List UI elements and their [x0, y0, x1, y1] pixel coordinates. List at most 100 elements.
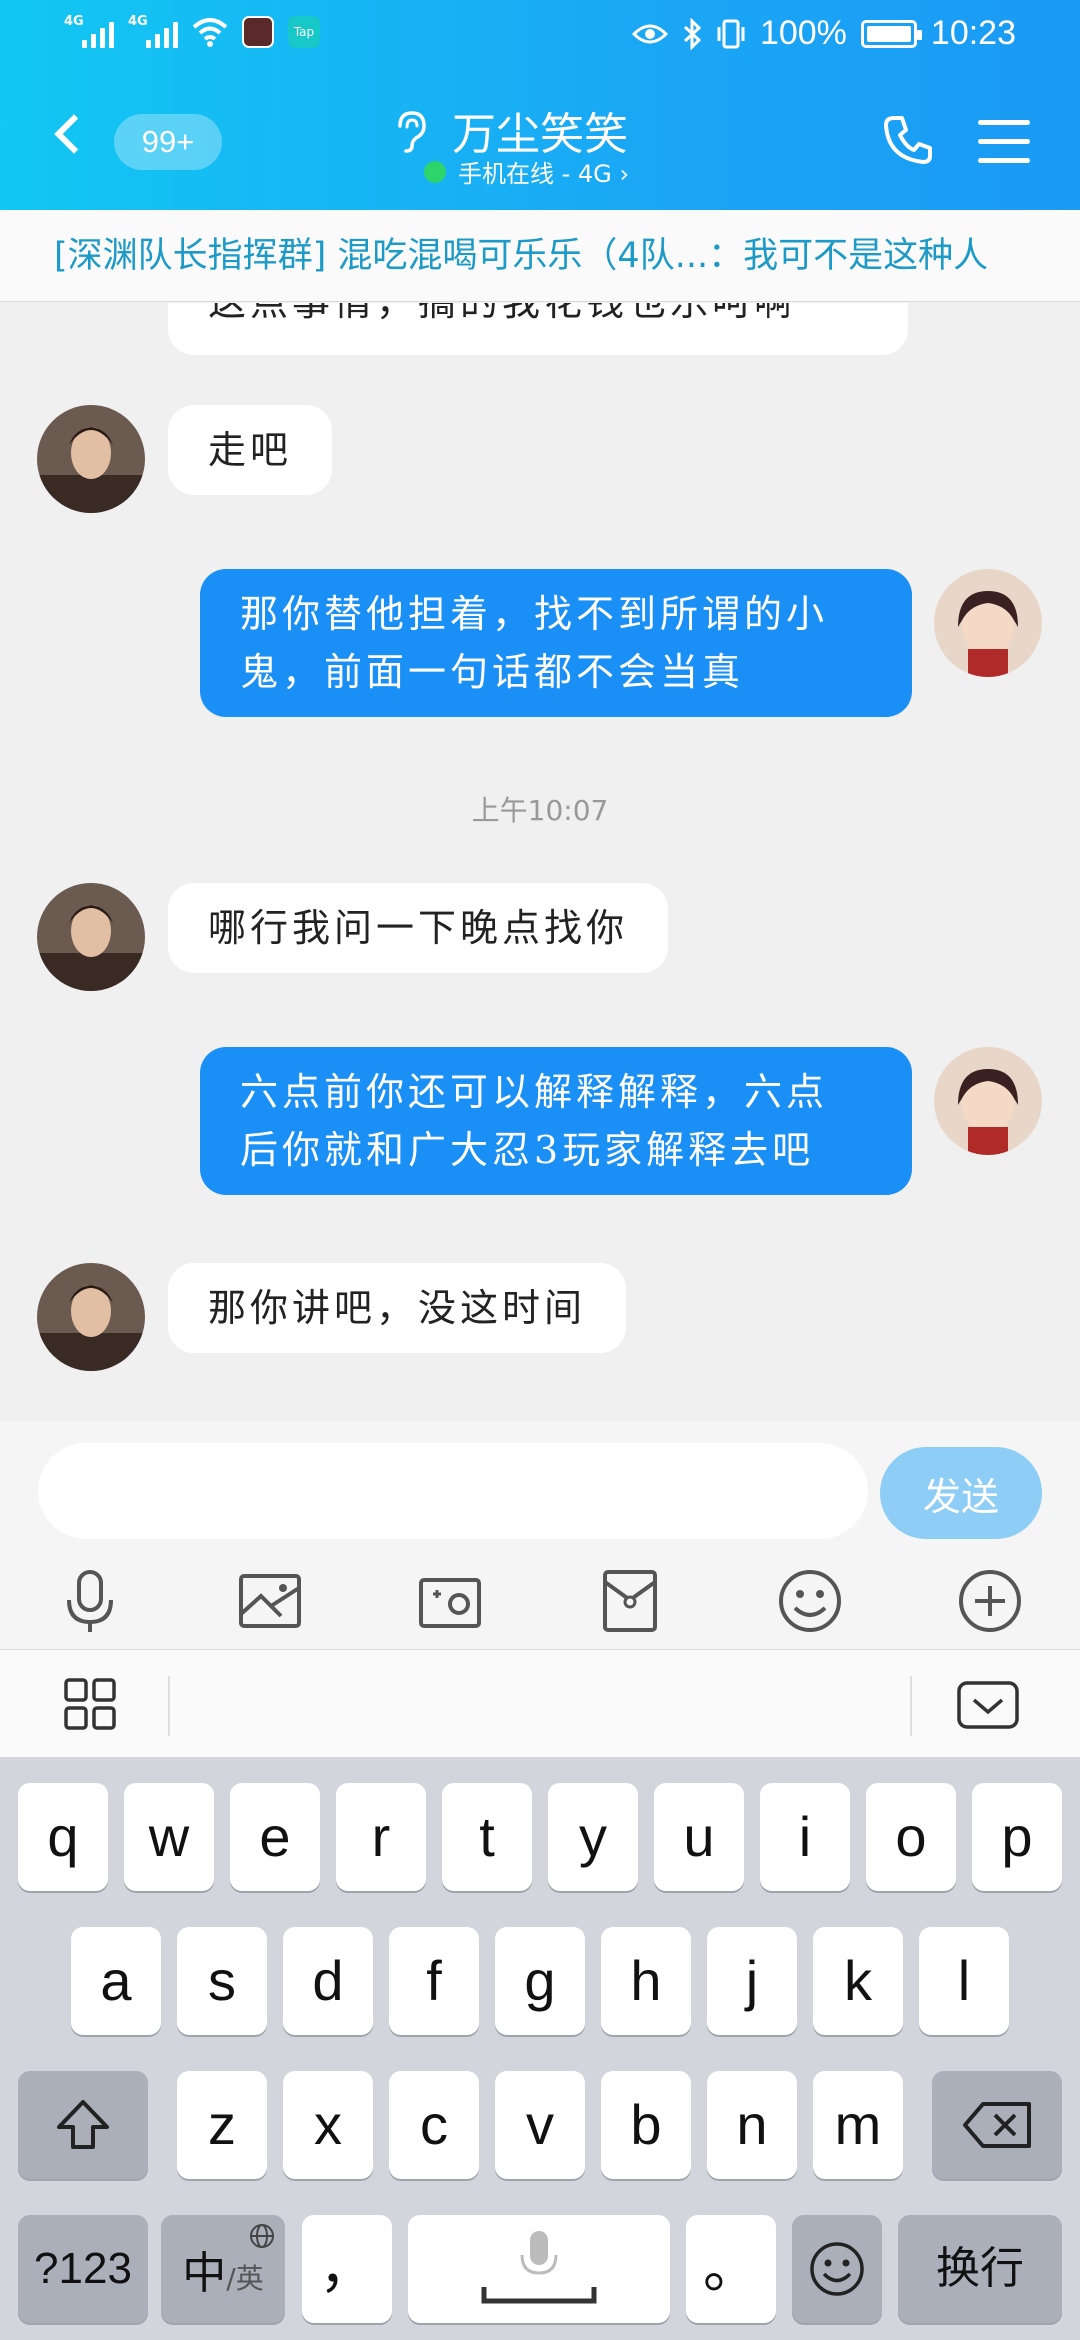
emoji-icon [810, 2242, 864, 2296]
red-packet-icon[interactable] [595, 1566, 665, 1636]
unread-count-badge[interactable]: 99+ [114, 114, 222, 170]
my-avatar[interactable] [934, 569, 1042, 677]
network-type-label-2: 4G [128, 14, 148, 29]
lang-main-label: 中 [182, 2248, 227, 2299]
vibrate-icon [717, 19, 745, 48]
key-e[interactable]: e [230, 1783, 320, 1891]
menu-icon[interactable] [978, 120, 1030, 164]
man-avatar-icon [37, 405, 145, 513]
message-bubble-outgoing[interactable]: 六点前你还可以解释解释，六点 后你就和广大忍3玩家解释去吧 [200, 1047, 912, 1195]
key-m[interactable]: m [813, 2071, 903, 2179]
space-key[interactable] [408, 2215, 670, 2323]
tap-app-icon: Tap [288, 16, 320, 48]
backspace-icon [963, 2102, 1031, 2148]
key-w[interactable]: w [124, 1783, 214, 1891]
bluetooth-icon [683, 17, 702, 50]
send-button[interactable]: 发送 [880, 1447, 1042, 1539]
emoji-key[interactable] [792, 2215, 882, 2323]
message-bubble-outgoing[interactable]: 那你替他担着，找不到所谓的小 鬼，前面一句话都不会当真 [200, 569, 912, 717]
key-g[interactable]: g [495, 1927, 585, 2035]
enter-key[interactable]: 换行 [898, 2215, 1062, 2323]
my-avatar[interactable] [934, 1047, 1042, 1155]
message-text-line: 鬼，前面一句话都不会当真 [240, 650, 745, 694]
shift-key[interactable] [18, 2071, 148, 2179]
message-text-line: 那你替他担着，找不到所谓的小 [240, 592, 829, 636]
message-text: 这点事情，搞的我花钱也乐呵啊 [208, 303, 796, 324]
signal-icon-2: 4G [128, 14, 178, 48]
message-text-line: 后你就和广大忍3玩家解释去吧 [240, 1128, 815, 1172]
anime-girl-avatar-icon [934, 569, 1042, 677]
contact-avatar[interactable] [37, 883, 145, 991]
message-bubble-incoming[interactable]: 走吧 [168, 405, 333, 495]
key-s[interactable]: s [177, 1927, 267, 2035]
keyboard: q w e r t y u i o p a s d f g h j k l z … [0, 1757, 1080, 2340]
message-bubble-incoming[interactable]: 哪行我问一下晚点找你 [168, 883, 669, 973]
key-z[interactable]: z [177, 2071, 267, 2179]
contact-avatar[interactable] [37, 1263, 145, 1371]
camera-icon[interactable] [415, 1566, 485, 1636]
image-icon[interactable] [235, 1566, 305, 1636]
key-a[interactable]: a [71, 1927, 161, 2035]
key-r[interactable]: r [336, 1783, 426, 1891]
back-icon[interactable] [54, 114, 94, 154]
plus-icon[interactable] [955, 1566, 1025, 1636]
message-bubble-incoming[interactable]: 那你讲吧，没这时间 [168, 1263, 627, 1353]
battery-icon [860, 19, 922, 48]
emoji-icon[interactable] [775, 1566, 845, 1636]
key-u[interactable]: u [654, 1783, 744, 1891]
key-c[interactable]: c [389, 2071, 479, 2179]
voice-input-icon [481, 2231, 597, 2304]
divider [168, 1676, 170, 1736]
key-k[interactable]: k [813, 1927, 903, 2035]
eye-icon [631, 24, 668, 43]
ear-icon [398, 111, 426, 153]
key-n[interactable]: n [707, 2071, 797, 2179]
key-t[interactable]: t [442, 1783, 532, 1891]
man-avatar-icon [37, 1263, 145, 1371]
backspace-key[interactable] [932, 2071, 1062, 2179]
key-f[interactable]: f [389, 1927, 479, 2035]
group-message-banner[interactable]: [深渊队长指挥群] 混吃混喝可乐乐（4队...：我可不是这种人 [0, 210, 1080, 302]
grid-menu-icon[interactable] [62, 1676, 118, 1732]
status-bar: 4G 4G Tap 100% 10:23 [0, 0, 1080, 75]
keyboard-toolbar [0, 1649, 1080, 1757]
key-y[interactable]: y [548, 1783, 638, 1891]
key-p[interactable]: p [972, 1783, 1062, 1891]
message-bubble-incoming[interactable]: 这点事情，搞的我花钱也乐呵啊 [168, 303, 908, 355]
message-text-line: 六点前你还可以解释解释，六点 [240, 1070, 829, 1114]
key-h[interactable]: h [601, 1927, 691, 2035]
message-input[interactable] [38, 1443, 868, 1539]
key-l[interactable]: l [919, 1927, 1009, 2035]
comma-key[interactable]: ， [302, 2215, 392, 2323]
hide-keyboard-icon[interactable] [956, 1680, 1020, 1730]
language-switch-key[interactable]: 中/英 [161, 2215, 285, 2323]
numbers-key[interactable]: ?123 [18, 2215, 148, 2323]
contact-avatar[interactable] [37, 405, 145, 513]
key-v[interactable]: v [495, 2071, 585, 2179]
composer: 发送 [0, 1421, 1080, 1649]
phone-icon[interactable] [880, 112, 936, 168]
lang-sub-label: /英 [226, 2262, 264, 2295]
contact-name: 万尘笑笑 [452, 109, 628, 160]
key-q[interactable]: q [18, 1783, 108, 1891]
man-avatar-icon [37, 883, 145, 991]
message-text: 哪行我问一下晚点找你 [208, 906, 629, 950]
microphone-icon[interactable] [55, 1566, 125, 1636]
key-i[interactable]: i [760, 1783, 850, 1891]
status-left: 4G 4G Tap [64, 14, 320, 48]
key-o[interactable]: o [866, 1783, 956, 1891]
key-j[interactable]: j [707, 1927, 797, 2035]
online-status-dot [424, 161, 446, 183]
key-b[interactable]: b [601, 2071, 691, 2179]
divider [910, 1676, 912, 1736]
wifi-icon [192, 18, 228, 47]
key-d[interactable]: d [283, 1927, 373, 2035]
period-key[interactable]: 。 [686, 2215, 776, 2323]
chevron-right-icon: › [619, 160, 630, 188]
key-x[interactable]: x [283, 2071, 373, 2179]
chat-area[interactable]: 这点事情，搞的我花钱也乐呵啊 走吧 那你替他担着，找不到所谓的小 鬼，前面一句话… [0, 303, 1080, 1421]
message-timestamp: 上午10:07 [471, 794, 609, 827]
clock-time: 10:23 [930, 14, 1016, 52]
signal-icon: 4G [64, 14, 114, 48]
online-status-text: 手机在线 - 4G › [458, 154, 629, 189]
